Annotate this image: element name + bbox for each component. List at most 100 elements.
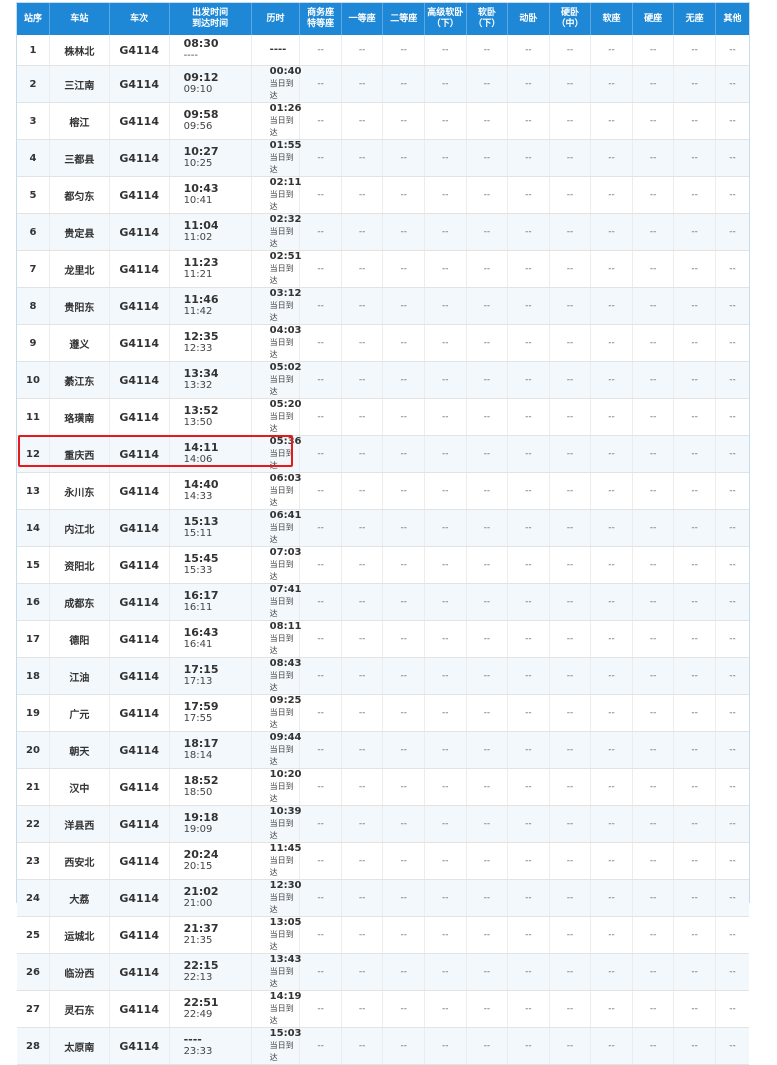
seat-availability: -- [549,842,592,880]
table-row[interactable]: 4 三都县 G4114 10:27 10:25 01:55 当日到达 -- -- -- -- -- --… [17,139,749,177]
seat-availability: -- [299,509,342,547]
seat-availability: -- [632,879,675,917]
duration-cell: 04:03 当日到达 [251,324,302,362]
col-no-seat-header: 无座 [673,3,716,35]
seat-availability: -- [341,102,384,140]
arrival-day-note: 当日到达 [269,634,294,655]
arrival-time: 14:33 [183,491,213,502]
duration-cell: 05:02 当日到达 [251,361,302,399]
station-name: 运城北 [49,916,110,954]
stop-index: 20 [17,731,50,769]
seat-availability: -- [424,176,467,214]
times-cell: 08:30 ---- [169,35,252,66]
table-row[interactable]: 26 临汾西 G4114 22:15 22:13 13:43 当日到达 -- -- -- -- -- -… [17,953,749,991]
table-row[interactable]: 23 西安北 G4114 20:24 20:15 11:45 当日到达 -- -- -- -- -- -… [17,842,749,880]
table-row[interactable]: 28 太原南 G4114 ---- 23:33 15:03 当日到达 -- -- -- -- -- --… [17,1027,749,1065]
table-row[interactable]: 13 永川东 G4114 14:40 14:33 06:03 当日到达 -- -- -- -- -- -… [17,472,749,510]
table-row[interactable]: 3 榕江 G4114 09:58 09:56 01:26 当日到达 -- -- -- -- -- -- -… [17,102,749,140]
seat-availability: -- [632,657,675,695]
seat-availability: -- [507,990,550,1028]
duration-cell: 05:20 当日到达 [251,398,302,436]
table-row[interactable]: 7 龙里北 G4114 11:23 11:21 02:51 当日到达 -- -- -- -- -- --… [17,250,749,288]
duration-cell: 01:55 当日到达 [251,139,302,177]
train-number: G4114 [109,879,170,917]
station-name: 朝天 [49,731,110,769]
table-row[interactable]: 22 洋县西 G4114 19:18 19:09 10:39 当日到达 -- -- -- -- -- -… [17,805,749,843]
seat-availability: -- [549,139,592,177]
duration-time: 09:25 [269,695,302,706]
table-row[interactable]: 12 重庆西 G4114 14:11 14:06 05:36 当日到达 -- -- -- -- -- -… [17,435,749,473]
table-row[interactable]: 16 成都东 G4114 16:17 16:11 07:41 当日到达 -- -- -- -- -- -… [17,583,749,621]
arrival-day-note: 当日到达 [269,227,294,248]
train-number: G4114 [109,250,170,288]
arrival-day-note: 当日到达 [269,782,294,803]
table-row[interactable]: 10 綦江东 G4114 13:34 13:32 05:02 当日到达 -- -- -- -- -- -… [17,361,749,399]
table-row[interactable]: 9 遵义 G4114 12:35 12:33 04:03 当日到达 -- -- -- -- -- -- -… [17,324,749,362]
table-row[interactable]: 11 珞璜南 G4114 13:52 13:50 05:20 当日到达 -- -- -- -- -- -… [17,398,749,436]
seat-availability: -- [673,879,716,917]
train-number: G4114 [109,953,170,991]
seat-availability: -- [590,768,633,806]
table-row[interactable]: 1 株林北 G4114 08:30 ---- ---- -- -- -- -- -- -- -- -- --… [17,35,749,66]
seat-availability: -- [424,620,467,658]
station-name: 灵石东 [49,990,110,1028]
col-hard-sleeper-header: 硬卧 （中） [549,3,592,35]
table-row[interactable]: 21 汉中 G4114 18:52 18:50 10:20 当日到达 -- -- -- -- -- --… [17,768,749,806]
seat-availability: -- [590,509,633,547]
table-row[interactable]: 19 广元 G4114 17:59 17:55 09:25 当日到达 -- -- -- -- -- --… [17,694,749,732]
times-cell: 14:11 14:06 [169,435,252,473]
table-row[interactable]: 20 朝天 G4114 18:17 18:14 09:44 当日到达 -- -- -- -- -- --… [17,731,749,769]
seat-availability: -- [382,65,426,103]
seat-availability: -- [590,990,633,1028]
col-train-header: 车次 [109,3,170,35]
seat-availability: -- [715,805,749,843]
seat-availability: -- [507,435,550,473]
seat-availability: -- [632,35,675,66]
table-row[interactable]: 18 江油 G4114 17:15 17:13 08:43 当日到达 -- -- -- -- -- --… [17,657,749,695]
arrival-time: 13:50 [183,417,213,428]
train-number: G4114 [109,472,170,510]
stop-index: 7 [17,250,50,288]
table-row[interactable]: 15 资阳北 G4114 15:45 15:33 07:03 当日到达 -- -- -- -- -- -… [17,546,749,584]
table-row[interactable]: 27 灵石东 G4114 22:51 22:49 14:19 当日到达 -- -- -- -- -- -… [17,990,749,1028]
departure-time: 18:52 [183,774,219,787]
arrival-time: 22:49 [183,1009,213,1020]
seat-availability: -- [299,435,342,473]
duration-time: 05:20 [269,399,302,410]
table-row[interactable]: 14 内江北 G4114 15:13 15:11 06:41 当日到达 -- -- -- -- -- -… [17,509,749,547]
table-row[interactable]: 2 三江南 G4114 09:12 09:10 00:40 当日到达 -- -- -- -- -- --… [17,65,749,103]
times-cell: 22:51 22:49 [169,990,252,1028]
arrival-time: 13:32 [183,380,213,391]
duration-time: 06:41 [269,510,302,521]
seat-availability: -- [632,1027,675,1065]
seat-availability: -- [673,842,716,880]
seat-availability: -- [424,1027,467,1065]
table-row[interactable]: 24 大荔 G4114 21:02 21:00 12:30 当日到达 -- -- -- -- -- --… [17,879,749,917]
times-cell: 16:17 16:11 [169,583,252,621]
table-row[interactable]: 5 都匀东 G4114 10:43 10:41 02:11 当日到达 -- -- -- -- -- --… [17,176,749,214]
table-row[interactable]: 17 德阳 G4114 16:43 16:41 08:11 当日到达 -- -- -- -- -- --… [17,620,749,658]
duration-time: 08:11 [269,621,302,632]
departure-time: 14:11 [183,441,219,454]
duration-cell: 13:05 当日到达 [251,916,302,954]
seat-availability: -- [590,472,633,510]
seat-availability: -- [673,435,716,473]
times-cell: 19:18 19:09 [169,805,252,843]
table-row[interactable]: 25 运城北 G4114 21:37 21:35 13:05 当日到达 -- -- -- -- -- -… [17,916,749,954]
station-name: 重庆西 [49,435,110,473]
duration-time: 00:40 [269,66,302,77]
table-row[interactable]: 6 贵定县 G4114 11:04 11:02 02:32 当日到达 -- -- -- -- -- --… [17,213,749,251]
departure-time: 14:40 [183,478,219,491]
seat-availability: -- [590,102,633,140]
arrival-day-note: 当日到达 [269,819,294,840]
times-cell: 13:34 13:32 [169,361,252,399]
table-row[interactable]: 8 贵阳东 G4114 11:46 11:42 03:12 当日到达 -- -- -- -- -- --… [17,287,749,325]
train-number: G4114 [109,398,170,436]
departure-time: 12:35 [183,330,219,343]
seat-availability: -- [673,953,716,991]
departure-time: 13:52 [183,404,219,417]
seat-availability: -- [632,990,675,1028]
duration-cell: 08:11 当日到达 [251,620,302,658]
seat-availability: -- [549,65,592,103]
seat-availability: -- [466,509,509,547]
